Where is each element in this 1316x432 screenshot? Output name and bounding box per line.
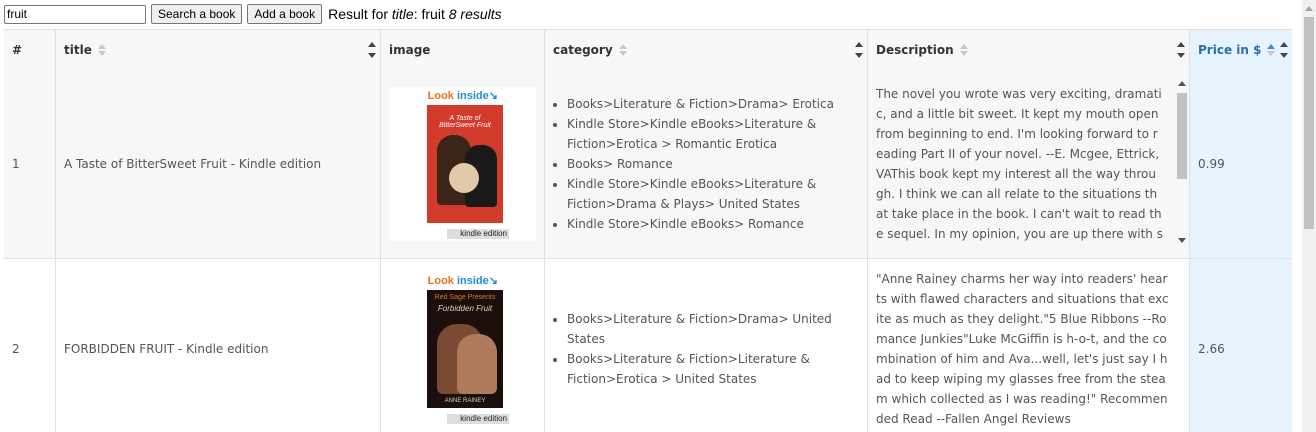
look-inside-badge: Look inside↘ <box>428 89 498 102</box>
search-input[interactable] <box>4 4 146 24</box>
row-description: The novel you wrote was very exciting, d… <box>867 69 1189 258</box>
cover-author: ANNE RAINEY <box>444 398 486 404</box>
header-description-label: Description <box>876 43 954 57</box>
header-num-label: # <box>12 43 23 57</box>
row-title: A Taste of BitterSweet Fruit - Kindle ed… <box>55 69 380 258</box>
row-description: "Anne Rainey charms her way into readers… <box>867 259 1189 432</box>
row-num: 2 <box>4 259 55 432</box>
row-price: 0.99 <box>1189 69 1292 258</box>
inside-text: inside <box>456 89 489 102</box>
row-price-value: 0.99 <box>1198 156 1225 171</box>
list-item: Books>Literature & Fiction>Drama> United… <box>567 309 859 349</box>
list-item: Books>Literature & Fiction>Drama> Erotic… <box>567 94 859 114</box>
header-price[interactable]: Price in $ <box>1189 30 1292 70</box>
result-query: : fruit <box>413 6 445 22</box>
cover-publisher: Red Sage Presents <box>434 294 496 301</box>
down-arrow-icon: ↘ <box>488 89 498 102</box>
header-image-label: image <box>389 43 431 57</box>
header-title-label: title <box>64 43 92 57</box>
header-price-label: Price in $ <box>1198 43 1262 57</box>
cover-figure <box>457 334 497 394</box>
sort-asc-icon[interactable] <box>1267 44 1276 56</box>
cover-title: A Taste of BitterSweet Fruit <box>439 114 491 129</box>
kindle-edition-label: kindle edition <box>447 414 509 424</box>
row-num: 1 <box>4 69 55 258</box>
header-num: # <box>4 30 55 70</box>
kindle-edition-label: kindle edition <box>447 228 509 239</box>
category-list: Books>Literature & Fiction>Drama> Erotic… <box>553 94 859 234</box>
table-row[interactable]: 1 A Taste of BitterSweet Fruit - Kindle … <box>4 69 1292 259</box>
column-scroll-icon[interactable] <box>855 42 863 58</box>
scroll-up-icon[interactable] <box>1178 81 1186 86</box>
header-category-label: category <box>553 43 613 57</box>
down-arrow-icon: ↘ <box>488 275 498 287</box>
scroll-up-icon[interactable] <box>1305 6 1313 11</box>
row-num-value: 2 <box>12 342 20 356</box>
row-description-value: The novel you wrote was very exciting, d… <box>876 86 1163 241</box>
cover-art: Red Sage Presents Forbidden Fruit ANNE R… <box>427 290 503 408</box>
row-title-value: A Taste of BitterSweet Fruit - Kindle ed… <box>64 156 322 171</box>
scroll-down-icon[interactable] <box>1178 238 1186 243</box>
column-scroll-icon[interactable] <box>368 42 376 58</box>
sort-icon[interactable] <box>959 44 968 56</box>
result-count: 8 results <box>448 6 502 22</box>
list-item: Kindle Store>Kindle eBooks> Romance <box>567 214 859 234</box>
result-prefix: Result for <box>328 6 389 22</box>
row-title-value: FORBIDDEN FRUIT - Kindle edition <box>64 342 269 356</box>
books-table: # title image category Description Price… <box>4 29 1292 432</box>
search-button[interactable]: Search a book <box>151 4 243 24</box>
list-item: Kindle Store>Kindle eBooks>Literature & … <box>567 114 859 154</box>
row-category: Books>Literature & Fiction>Drama> United… <box>544 259 867 432</box>
scroll-thumb[interactable] <box>1304 17 1314 229</box>
inside-text: inside <box>456 275 489 287</box>
result-field: title <box>391 6 414 22</box>
row-image: Look inside↘ A Taste of BitterSweet Frui… <box>380 69 544 258</box>
row-category: Books>Literature & Fiction>Drama> Erotic… <box>544 69 867 258</box>
row-title: FORBIDDEN FRUIT - Kindle edition <box>55 259 380 432</box>
list-item: Kindle Store>Kindle eBooks>Literature & … <box>567 174 859 214</box>
look-inside-badge: Look inside↘ <box>428 274 498 287</box>
cover-title: Forbidden Fruit <box>437 304 493 313</box>
cover-figure <box>449 162 479 193</box>
scroll-thumb[interactable] <box>1177 93 1187 179</box>
description-scroll-area[interactable]: The novel you wrote was very exciting, d… <box>876 84 1181 244</box>
cover-art: A Taste of BitterSweet Fruit <box>427 104 503 223</box>
header-title[interactable]: title <box>55 30 380 70</box>
page-scrollbar[interactable] <box>1302 0 1316 432</box>
table-row[interactable]: 2 FORBIDDEN FRUIT - Kindle edition Look … <box>4 259 1292 432</box>
book-cover-image[interactable]: Look inside↘ A Taste of BitterSweet Frui… <box>389 86 536 241</box>
row-description-value: "Anne Rainey charms her way into readers… <box>876 272 1169 426</box>
sort-icon[interactable] <box>618 44 627 56</box>
look-text: Look <box>427 275 454 287</box>
column-scroll-icon[interactable] <box>1177 42 1185 58</box>
row-image: Look inside↘ Red Sage Presents Forbidden… <box>380 259 544 432</box>
category-list: Books>Literature & Fiction>Drama> United… <box>553 309 859 389</box>
column-scroll-icon[interactable] <box>1280 42 1288 58</box>
sort-icon[interactable] <box>97 44 106 56</box>
list-item: Books>Literature & Fiction>Literature & … <box>567 349 859 389</box>
look-text: Look <box>427 89 454 102</box>
result-summary: Result for title: fruit 8 results <box>328 6 502 22</box>
row-price-value: 2.66 <box>1198 342 1225 356</box>
add-book-button[interactable]: Add a book <box>247 4 323 24</box>
book-cover-image[interactable]: Look inside↘ Red Sage Presents Forbidden… <box>389 272 536 426</box>
description-scrollbar[interactable] <box>1177 79 1187 245</box>
search-toolbar: Search a book Add a book Result for titl… <box>0 0 1300 28</box>
header-description[interactable]: Description <box>867 30 1189 70</box>
header-category[interactable]: category <box>544 30 867 70</box>
row-price: 2.66 <box>1189 259 1292 432</box>
row-num-value: 1 <box>12 156 20 171</box>
list-item: Books> Romance <box>567 154 859 174</box>
table-header: # title image category Description Price… <box>4 29 1292 71</box>
header-image: image <box>380 30 544 70</box>
